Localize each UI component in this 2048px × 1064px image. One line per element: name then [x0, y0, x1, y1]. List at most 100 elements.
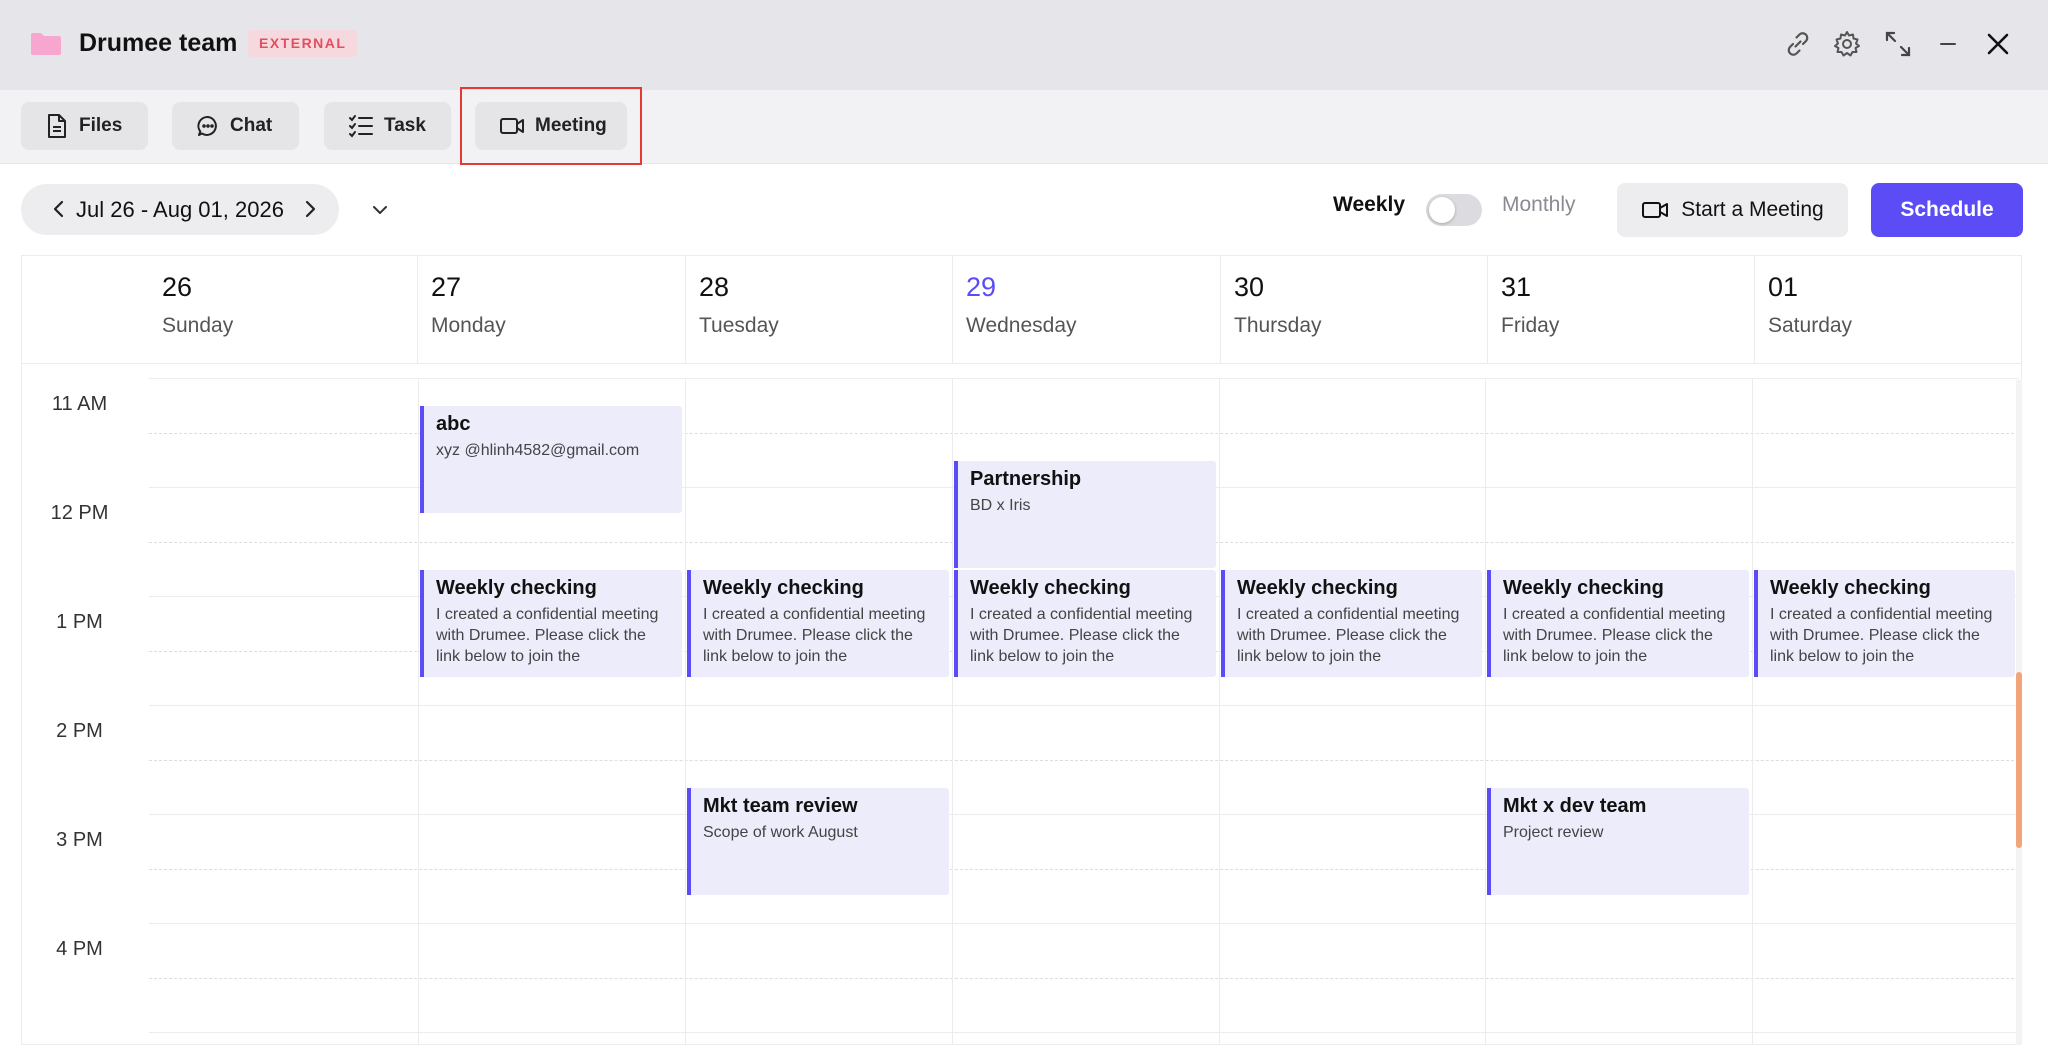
day-header-wednesday[interactable]: 29 Wednesday: [953, 256, 1221, 363]
day-header-friday[interactable]: 31 Friday: [1488, 256, 1755, 363]
minimize-icon[interactable]: [1930, 26, 1966, 62]
hour-label: 12 PM: [50, 502, 109, 525]
folder-icon: [31, 33, 61, 55]
grid-line: [149, 977, 2019, 979]
weekly-monthly-toggle[interactable]: [1426, 194, 1482, 226]
tab-chat[interactable]: Chat: [172, 102, 299, 150]
chat-icon: [197, 116, 217, 136]
hour-label: 4 PM: [56, 938, 103, 961]
link-icon[interactable]: [1780, 26, 1816, 62]
day-header-tuesday[interactable]: 28 Tuesday: [686, 256, 953, 363]
event-description: Project review: [1503, 823, 1604, 841]
day-name: Tuesday: [699, 314, 779, 337]
tab-files[interactable]: Files: [21, 102, 148, 150]
external-badge: EXTERNAL: [248, 30, 358, 57]
event-description: Scope of work August: [703, 823, 858, 841]
event-description: I created a confidential meeting with Dr…: [1503, 605, 1726, 665]
monthly-label: Monthly: [1502, 193, 1576, 216]
chevron-down-icon[interactable]: [367, 197, 393, 223]
day-name: Saturday: [1768, 314, 1853, 337]
file-icon: [48, 114, 66, 138]
weekly-label: Weekly: [1333, 193, 1405, 216]
day-number: 28: [699, 272, 730, 302]
previous-week-icon[interactable]: [47, 197, 71, 221]
day-header-monday[interactable]: 27 Monday: [418, 256, 686, 363]
hour-label: 3 PM: [56, 829, 103, 852]
calendar-event[interactable]: Weekly checking I created a confidential …: [954, 569, 1216, 677]
event-title: Weekly checking: [1770, 576, 1931, 599]
calendar-event[interactable]: abc xyz @hlinh4582@gmail.com: [420, 406, 682, 514]
event-description: I created a confidential meeting with Dr…: [436, 605, 659, 665]
schedule-button[interactable]: Schedule: [1871, 183, 2023, 237]
calendar-event[interactable]: Mkt team review Scope of work August: [687, 787, 949, 895]
event-description: BD x Iris: [970, 496, 1031, 514]
grid-line: [149, 923, 2019, 924]
day-column-divider: [1485, 378, 1486, 1044]
task-list-icon: [349, 115, 373, 138]
event-title: Mkt x dev team: [1503, 794, 1647, 817]
event-title: Mkt team review: [703, 794, 858, 817]
gear-icon[interactable]: [1829, 26, 1865, 62]
day-name: Wednesday: [966, 314, 1077, 337]
start-meeting-label: Start a Meeting: [1681, 198, 1824, 221]
tab-files-label: Files: [79, 115, 123, 136]
day-number: 31: [1501, 272, 1532, 302]
event-title: Weekly checking: [436, 576, 597, 599]
date-range-label: Jul 26 - Aug 01, 2026: [76, 197, 284, 222]
day-name: Sunday: [162, 314, 234, 337]
day-name: Thursday: [1234, 314, 1322, 337]
calendar-event[interactable]: Partnership BD x Iris: [954, 460, 1216, 568]
day-number: 29: [966, 272, 997, 302]
scrollbar-thumb[interactable]: [2016, 672, 2022, 848]
event-description: I created a confidential meeting with Dr…: [1237, 605, 1460, 665]
day-column-divider: [685, 378, 686, 1044]
window-title: Drumee team: [79, 29, 238, 57]
tab-task-label: Task: [384, 115, 426, 136]
calendar-event[interactable]: Mkt x dev team Project review: [1487, 787, 1749, 895]
event-description: I created a confidential meeting with Dr…: [1770, 605, 1993, 665]
calendar-event[interactable]: Weekly checking I created a confidential …: [1754, 569, 2015, 677]
day-number: 01: [1768, 272, 1799, 302]
event-title: Weekly checking: [1237, 576, 1398, 599]
event-description: I created a confidential meeting with Dr…: [703, 605, 926, 665]
video-camera-icon: [1642, 202, 1669, 218]
header-divider: [22, 363, 2021, 364]
day-column-divider: [952, 378, 953, 1044]
event-title: abc: [436, 413, 471, 436]
event-title: Weekly checking: [703, 576, 864, 599]
day-column-divider: [1219, 378, 1220, 1044]
day-name: Monday: [431, 314, 506, 337]
day-number: 27: [431, 272, 462, 302]
day-column-divider: [1752, 378, 1753, 1044]
calendar-event[interactable]: Weekly checking I created a confidential …: [420, 569, 682, 677]
close-icon[interactable]: [1980, 26, 2016, 62]
time-grid: 11 AM 12 PM 1 PM 2 PM 3 PM 4 PM abc xyz @hlinh4…: [22, 378, 2019, 1044]
tab-chat-label: Chat: [230, 115, 273, 136]
event-title: Weekly checking: [970, 576, 1131, 599]
hour-label: 2 PM: [56, 720, 103, 743]
grid-line: [149, 378, 2019, 379]
event-title: Weekly checking: [1503, 576, 1664, 599]
start-meeting-button[interactable]: Start a Meeting: [1617, 183, 1848, 237]
calendar-event[interactable]: Weekly checking I created a confidential …: [687, 569, 949, 677]
next-week-icon[interactable]: [298, 197, 322, 221]
hour-label: 11 AM: [51, 393, 108, 416]
day-header-saturday[interactable]: 01 Saturday: [1755, 256, 2021, 363]
calendar-event[interactable]: Weekly checking I created a confidential …: [1487, 569, 1749, 677]
day-name: Friday: [1501, 314, 1560, 337]
week-calendar: 26 Sunday 27 Monday 28 Tuesday 29 Wednesday 30 Th…: [21, 255, 2022, 1045]
event-description: xyz @hlinh4582@gmail.com: [436, 442, 640, 460]
event-description: I created a confidential meeting with Dr…: [970, 605, 1193, 665]
day-number: 26: [162, 272, 193, 302]
event-title: Partnership: [970, 467, 1082, 490]
day-column-divider: [418, 378, 419, 1044]
toggle-knob: [1429, 197, 1455, 223]
grid-line: [149, 759, 2019, 761]
calendar-event[interactable]: Weekly checking I created a confidential …: [1221, 569, 1482, 677]
expand-icon[interactable]: [1880, 26, 1916, 62]
day-header-thursday[interactable]: 30 Thursday: [1221, 256, 1488, 363]
tab-task[interactable]: Task: [324, 102, 451, 150]
day-header-sunday[interactable]: 26 Sunday: [149, 256, 418, 363]
day-number: 30: [1234, 272, 1265, 302]
tab-bar: [0, 90, 2048, 164]
